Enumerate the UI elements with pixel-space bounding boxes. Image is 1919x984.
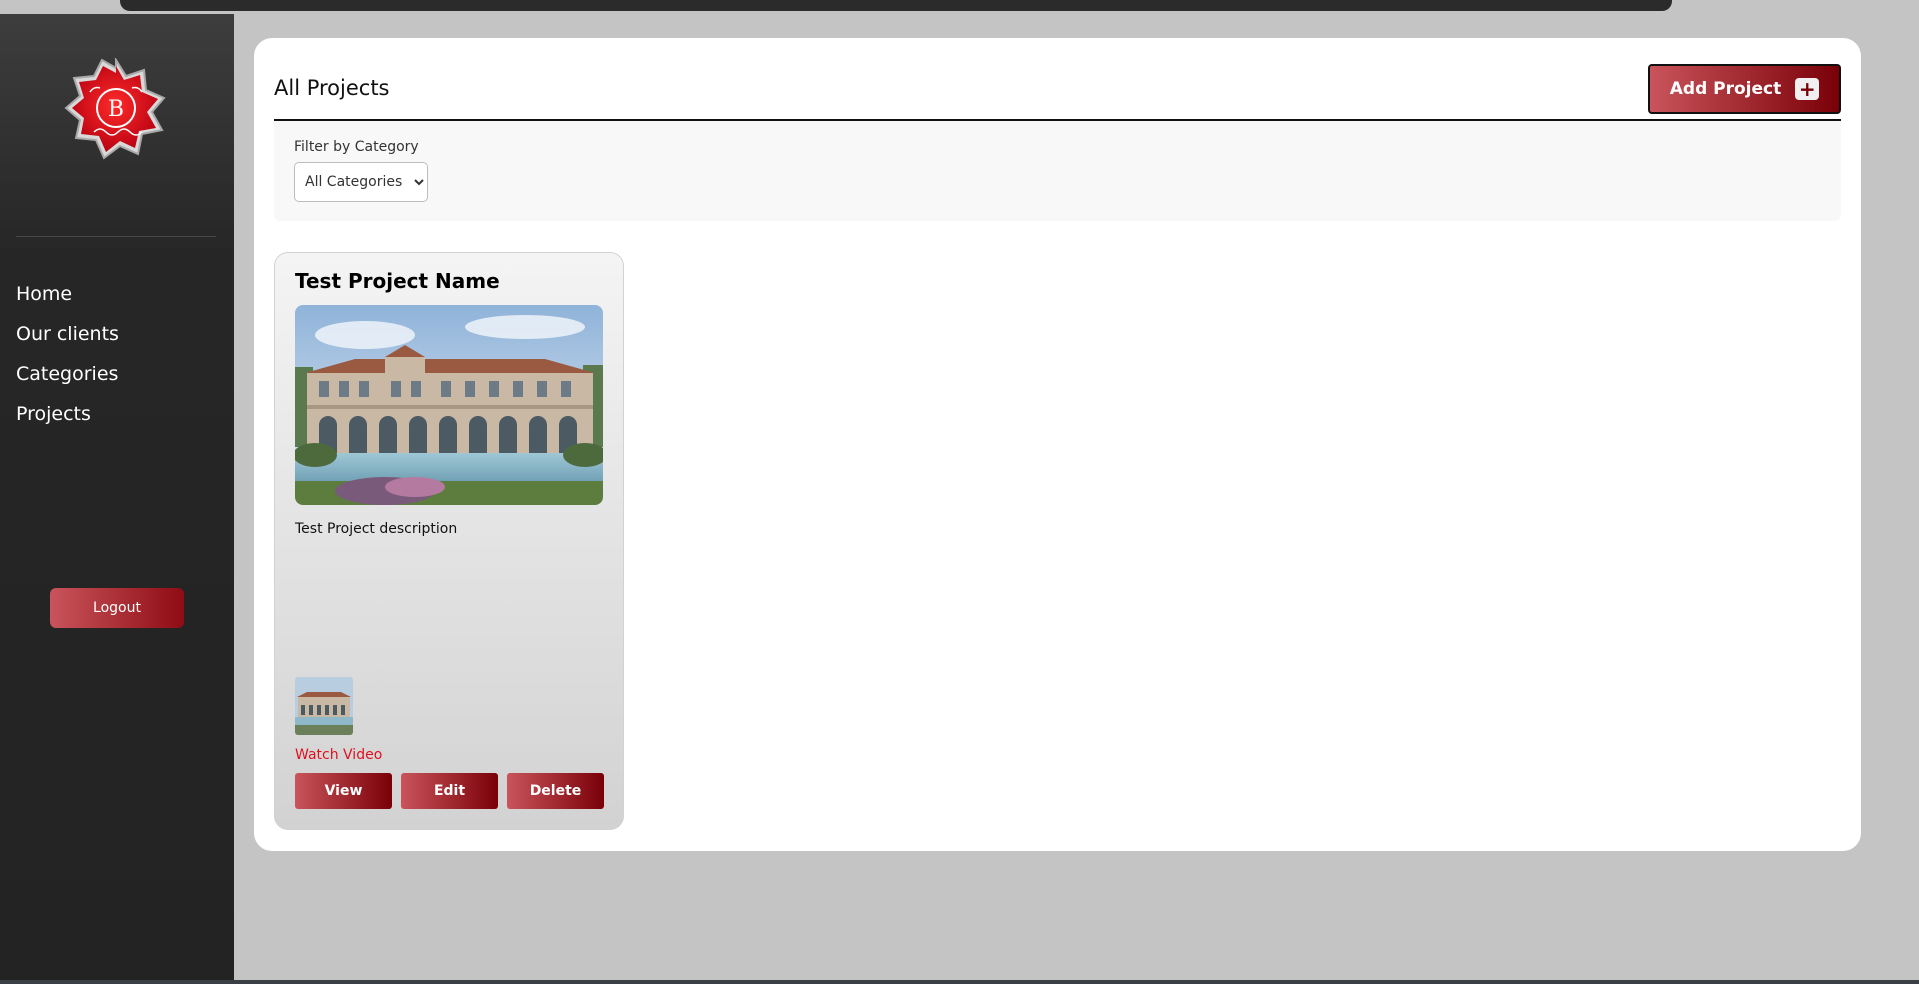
sidebar-nav: Home Our clients Categories Projects [16,274,119,434]
view-button[interactable]: View [295,773,392,809]
watch-video-link[interactable]: Watch Video [295,747,382,763]
sidebar-item-our-clients[interactable]: Our clients [16,314,119,354]
project-name: Test Project Name [295,269,500,293]
projects-panel: All Projects Add Project + Filter by Cat… [254,38,1861,851]
plus-icon: + [1795,78,1820,100]
sidebar: B Home Our clients Categories Projects L… [0,14,234,984]
browser-top-strip [0,0,1919,14]
project-image [295,305,603,505]
filter-panel: Filter by Category All Categories [274,121,1841,221]
add-project-button[interactable]: Add Project + [1648,64,1841,114]
sidebar-item-home[interactable]: Home [16,274,119,314]
filter-label: Filter by Category [294,139,419,155]
villa-image [295,305,603,505]
sidebar-item-projects[interactable]: Projects [16,394,119,434]
brand-logo: B [64,56,168,162]
delete-button[interactable]: Delete [507,773,604,809]
project-card: Test Project Name Test Project descripti… [274,252,624,830]
category-filter-select[interactable]: All Categories [294,162,428,202]
edit-button[interactable]: Edit [401,773,498,809]
sidebar-divider [16,236,216,237]
page-title: All Projects [274,76,390,100]
project-description: Test Project description [295,521,458,537]
logo-letter: B [108,97,124,122]
page-right-edge [1909,0,1919,984]
video-thumbnail-image [295,677,353,735]
add-project-label: Add Project [1669,79,1782,99]
logout-button[interactable]: Logout [50,588,184,628]
brand-logo-icon: B [64,56,166,160]
video-thumbnail[interactable] [295,677,353,735]
page-bottom-edge [0,980,1919,984]
sidebar-item-categories[interactable]: Categories [16,354,119,394]
browser-address-bar [120,0,1672,11]
